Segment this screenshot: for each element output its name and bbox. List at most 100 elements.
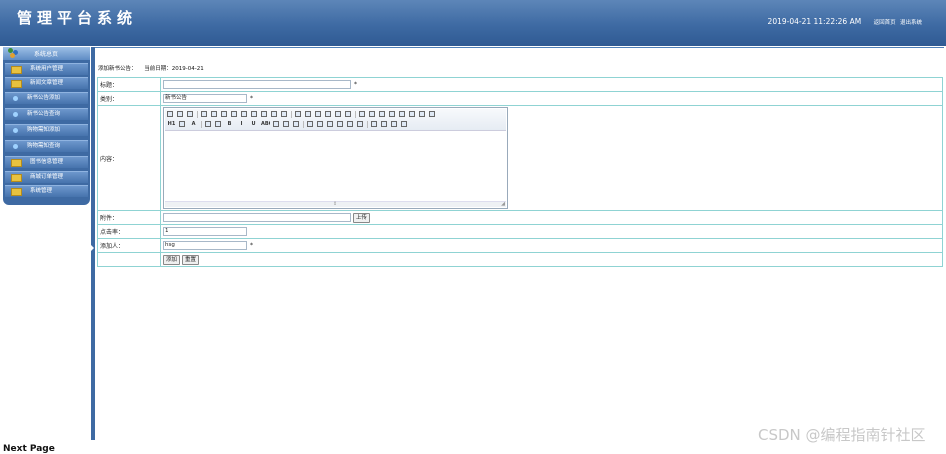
reset-button[interactable]: 重置 [181,254,199,265]
font-size-icon[interactable]: A [189,121,198,127]
actions-label [97,252,161,267]
submit-button[interactable]: 添加 [163,254,181,265]
undo-icon[interactable] [177,111,183,117]
editor-toolbar-row-2: H1 A BIUABC [167,120,502,129]
fullscreen-icon[interactable] [429,111,435,117]
print-icon[interactable] [211,111,217,117]
align-right-icon[interactable] [315,111,321,117]
special-char-icon[interactable] [337,121,343,127]
template-icon[interactable] [231,111,237,117]
toolbar-separator [355,111,356,118]
editor-statusbar: ⇕ ◢ [165,201,506,207]
emoticon-icon[interactable] [327,121,333,127]
media-icon[interactable] [317,121,323,127]
breadcrumb: 添加新书公告： [98,66,137,72]
flash-icon[interactable] [307,121,313,127]
title-input[interactable] [163,80,351,89]
find-icon[interactable] [419,111,425,117]
redo-icon[interactable] [187,111,193,117]
actions-cell: 添加 重置 [160,252,943,267]
font-family-icon[interactable] [179,121,185,127]
editor-toolbar-row-1 [167,110,502,119]
source-icon[interactable] [167,111,173,117]
sidebar-item-news-management[interactable]: 新闻文章管理 [5,77,88,89]
font-color-icon[interactable] [205,121,211,127]
copy-icon[interactable] [251,111,257,117]
link-icon[interactable] [371,121,377,127]
select-all-icon[interactable] [409,111,415,117]
sidebar-item-user-management[interactable]: 系统用户管理 [5,63,88,75]
clear-format-icon[interactable] [399,111,405,117]
home-link[interactable]: 返回首页 [874,20,896,26]
toolbar-separator [291,111,292,118]
justify-icon[interactable] [325,111,331,117]
line-icon[interactable] [347,121,353,127]
header-right: 2019-04-21 11:22:26 AM 返回首页 退出系统 [768,17,922,26]
underline-icon[interactable]: U [249,121,258,127]
indent-icon[interactable] [359,111,365,117]
about-icon[interactable] [401,121,407,127]
edit-table-icon[interactable] [283,121,289,127]
rich-text-editor[interactable]: H1 A BIUABC ⇕ ◢ [163,107,508,209]
sidebar-item-order-management[interactable]: 商城订单管理 [5,171,88,183]
table-icon[interactable] [273,121,279,127]
announcement-form: 标题： * 类别： 新书公告* 内容： H1ABIUABC ⇕ ◢ [97,77,943,267]
unlink-icon[interactable] [381,121,387,127]
category-input[interactable]: 新书公告 [163,94,247,103]
resize-corner-icon[interactable]: ◢ [501,202,505,207]
anchor-icon[interactable] [357,121,363,127]
superscript-icon[interactable] [389,111,395,117]
sidebar-item-label: 新闻文章管理 [30,80,64,86]
sidebar-item-add-notice[interactable]: 购物需知添加 [5,124,88,136]
paste-icon[interactable] [261,111,267,117]
image-icon[interactable] [293,121,299,127]
title-cell: * [160,77,943,92]
sidebar-item-label: 系统用户管理 [30,66,64,72]
ordered-list-icon[interactable] [335,111,341,117]
current-datetime: 2019-04-21 11:22:26 AM [767,17,862,26]
toolbar-separator [303,121,304,128]
clicks-label: 点击率： [97,224,161,239]
app-title: 管理平台系统 [17,9,138,27]
sidebar-item-system-management[interactable]: 系统管理 [5,185,88,197]
logout-link[interactable]: 退出系统 [900,20,922,26]
sidebar-header-label: 系统总页 [34,51,59,58]
outdent-icon[interactable] [369,111,375,117]
sidebar-item-query-notice[interactable]: 购物需知查询 [5,140,88,152]
strike-icon[interactable]: ABC [261,121,270,127]
sidebar-item-book-management[interactable]: 图书信息管理 [5,156,88,168]
sidebar-item-label: 系统管理 [30,188,53,194]
paste-text-icon[interactable] [271,111,277,117]
new-doc-icon[interactable] [201,111,207,117]
required-mark: * [354,81,357,88]
heading-icon[interactable]: H1 [167,121,176,127]
resize-grip-icon[interactable]: ⇕ [333,202,337,207]
italic-icon[interactable]: I [237,121,246,127]
author-input[interactable]: hsg [163,241,247,250]
page-header: 添加新书公告： 当前日期：2019-04-21 [98,64,210,72]
preview-icon[interactable] [221,111,227,117]
cut-icon[interactable] [241,111,247,117]
author-label: 添加人： [97,238,161,253]
subscript-icon[interactable] [379,111,385,117]
folder-icon [11,80,22,88]
paste-word-icon[interactable] [281,111,287,117]
clicks-input[interactable]: 1 [163,227,247,236]
attachment-input[interactable] [163,213,351,222]
background-color-icon[interactable] [215,121,221,127]
collapse-arrow-icon[interactable] [91,245,94,251]
unordered-list-icon[interactable] [345,111,351,117]
attachment-label: 附件： [97,210,161,225]
bullet-icon [13,128,18,133]
align-left-icon[interactable] [295,111,301,117]
align-center-icon[interactable] [305,111,311,117]
page-break-icon[interactable] [391,121,397,127]
category-label: 类别： [97,91,161,106]
sidebar-item-label: 新书公告查询 [27,111,61,117]
upload-button[interactable]: 上传 [352,212,370,223]
bold-icon[interactable]: B [225,121,234,127]
sidebar-header[interactable]: 系统总页 [3,47,90,60]
sidebar-item-query-announcement[interactable]: 新书公告查询 [5,108,88,120]
required-mark: * [250,242,253,249]
sidebar-item-add-announcement[interactable]: 新书公告添加 [5,92,88,104]
